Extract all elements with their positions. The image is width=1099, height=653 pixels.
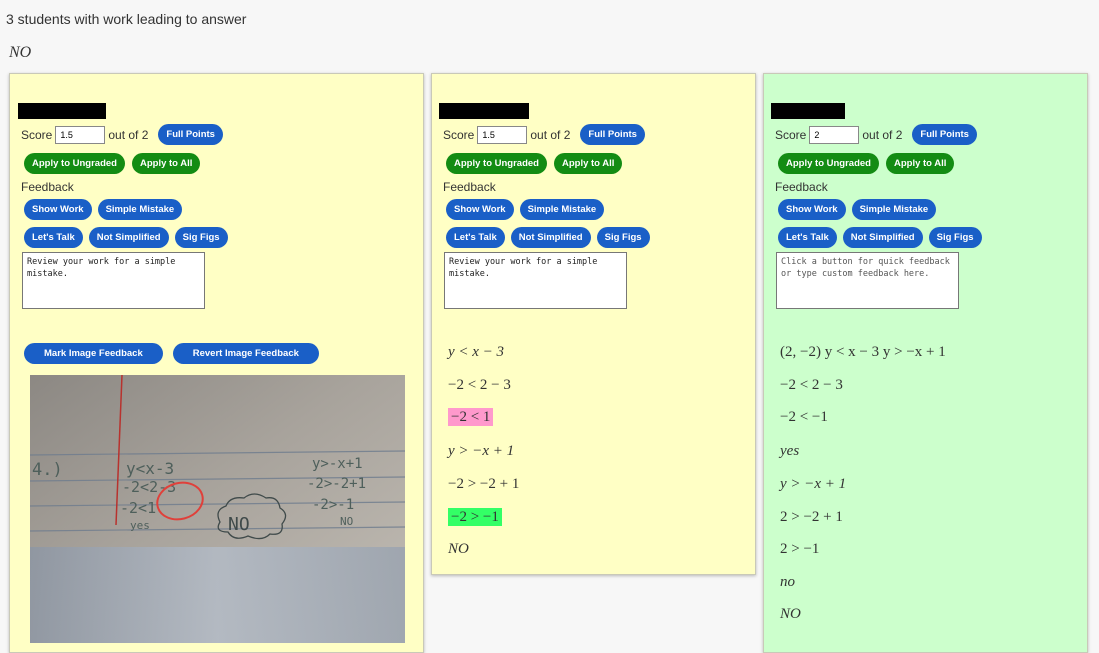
apply-to-ungraded-button[interactable]: Apply to Ungraded	[446, 153, 547, 174]
photo-left-line-1: y<x-3	[126, 459, 174, 478]
quick-feedback-row-2: Let's Talk Not Simplified Sig Figs	[24, 227, 228, 248]
score-label: Score	[775, 127, 807, 142]
not-simplified-button[interactable]: Not Simplified	[88, 227, 169, 248]
not-simplified-button[interactable]: Not Simplified	[510, 227, 591, 248]
quick-feedback-row-2: Let's Talk Not Simplified Sig Figs	[446, 227, 650, 248]
out-of-label: out of 2	[530, 127, 571, 142]
header-answer: NO	[9, 44, 32, 61]
feedback-textarea[interactable]	[776, 252, 959, 309]
work-answer: NO	[448, 541, 469, 557]
apply-to-ungraded-button[interactable]: Apply to Ungraded	[778, 153, 879, 174]
score-input[interactable]	[477, 125, 528, 144]
feedback-textarea[interactable]: Review your work for a simple mistake.	[22, 252, 205, 309]
work-line-3: −2 < −1	[780, 409, 828, 425]
feedback-label: Feedback	[775, 180, 828, 194]
work-line-5: −2 > −2 + 1	[448, 476, 520, 492]
work-line-2: −2 < 2 − 3	[780, 377, 843, 393]
photo-right-line-3: -2>-1	[312, 497, 354, 513]
work-line-1: (2, −2) y < x − 3 y > −x + 1	[780, 344, 946, 360]
work-line-6-highlighted: −2 > −1	[448, 508, 502, 526]
quick-feedback-row-1: Show Work Simple Mistake	[778, 199, 937, 220]
full-points-button[interactable]: Full Points	[158, 124, 223, 145]
out-of-label: out of 2	[862, 127, 903, 142]
full-points-button[interactable]: Full Points	[912, 124, 977, 145]
apply-buttons: Apply to Ungraded Apply to All	[778, 153, 955, 174]
student-work-photo: 4.) y<x-3 -2<2-3 -2<1 yes y>-x+1 -2>-2+1…	[30, 375, 405, 643]
photo-left-line-3: -2<1	[120, 499, 156, 517]
out-of-label: out of 2	[108, 127, 149, 142]
not-simplified-button[interactable]: Not Simplified	[842, 227, 923, 248]
work-line-3-highlighted: −2 < 1	[448, 408, 494, 426]
quick-feedback-row-1: Show Work Simple Mistake	[24, 199, 183, 220]
quick-feedback-row-2: Let's Talk Not Simplified Sig Figs	[778, 227, 982, 248]
redacted-name	[439, 103, 529, 119]
work-line-2: −2 < 2 − 3	[448, 377, 511, 393]
sig-figs-button[interactable]: Sig Figs	[596, 227, 650, 248]
student-card-1: Score out of 2 Full Points Apply to Ungr…	[9, 73, 424, 653]
work-line-6: 2 > −2 + 1	[780, 509, 843, 525]
work-line-1: y < x − 3	[448, 344, 505, 360]
photo-right-line-2: -2>-2+1	[307, 476, 366, 492]
simple-mistake-button[interactable]: Simple Mistake	[519, 199, 605, 220]
header-title: 3 students with work leading to answer	[6, 11, 247, 27]
correct-highlight: −2 > −1	[448, 508, 502, 526]
work-line-7: 2 > −1	[780, 541, 820, 557]
simple-mistake-button[interactable]: Simple Mistake	[851, 199, 937, 220]
student-card-2: Score out of 2 Full Points Apply to Ungr…	[431, 73, 756, 575]
sig-figs-button[interactable]: Sig Figs	[174, 227, 228, 248]
feedback-label: Feedback	[21, 180, 74, 194]
score-input[interactable]	[809, 125, 860, 144]
lets-talk-button[interactable]: Let's Talk	[778, 227, 837, 248]
score-label: Score	[21, 127, 53, 142]
student-card-3: Score out of 2 Full Points Apply to Ungr…	[763, 73, 1088, 653]
score-row: Score out of 2 Full Points	[775, 124, 977, 145]
image-feedback-buttons: Mark Image Feedback Revert Image Feedbac…	[24, 343, 319, 364]
apply-buttons: Apply to Ungraded Apply to All	[24, 153, 201, 174]
redacted-name	[18, 103, 106, 119]
work-answer: NO	[780, 606, 801, 622]
lets-talk-button[interactable]: Let's Talk	[24, 227, 83, 248]
score-input[interactable]	[55, 125, 106, 144]
score-row: Score out of 2 Full Points	[443, 124, 645, 145]
work-line-5: y > −x + 1	[780, 476, 847, 492]
apply-to-ungraded-button[interactable]: Apply to Ungraded	[24, 153, 125, 174]
photo-left-line-4: yes	[130, 519, 150, 532]
sig-figs-button[interactable]: Sig Figs	[928, 227, 982, 248]
apply-buttons: Apply to Ungraded Apply to All	[446, 153, 623, 174]
apply-to-all-button[interactable]: Apply to All	[131, 153, 201, 174]
show-work-button[interactable]: Show Work	[24, 199, 92, 220]
photo-right-line-1: y>-x+1	[312, 456, 363, 472]
photo-problem-label: 4.)	[32, 460, 63, 480]
quick-feedback-row-1: Show Work Simple Mistake	[446, 199, 605, 220]
work-line-4: yes	[780, 443, 800, 459]
full-points-button[interactable]: Full Points	[580, 124, 645, 145]
work-line-4: y > −x + 1	[448, 443, 515, 459]
mark-image-feedback-button[interactable]: Mark Image Feedback	[24, 343, 163, 364]
mistake-highlight: −2 < 1	[448, 408, 494, 426]
apply-to-all-button[interactable]: Apply to All	[885, 153, 955, 174]
simple-mistake-button[interactable]: Simple Mistake	[97, 199, 183, 220]
score-row: Score out of 2 Full Points	[21, 124, 223, 145]
feedback-label: Feedback	[443, 180, 496, 194]
photo-right-line-4: NO	[340, 515, 353, 528]
redacted-name	[771, 103, 845, 119]
revert-image-feedback-button[interactable]: Revert Image Feedback	[172, 343, 319, 364]
photo-bubble-text: NO	[228, 514, 250, 535]
show-work-button[interactable]: Show Work	[446, 199, 514, 220]
work-line-8: no	[780, 574, 795, 590]
student-work-photo-drawing: 4.) y<x-3 -2<2-3 -2<1 yes y>-x+1 -2>-2+1…	[30, 375, 405, 643]
apply-to-all-button[interactable]: Apply to All	[553, 153, 623, 174]
lets-talk-button[interactable]: Let's Talk	[446, 227, 505, 248]
show-work-button[interactable]: Show Work	[778, 199, 846, 220]
feedback-textarea[interactable]: Review your work for a simple mistake.	[444, 252, 627, 309]
score-label: Score	[443, 127, 475, 142]
